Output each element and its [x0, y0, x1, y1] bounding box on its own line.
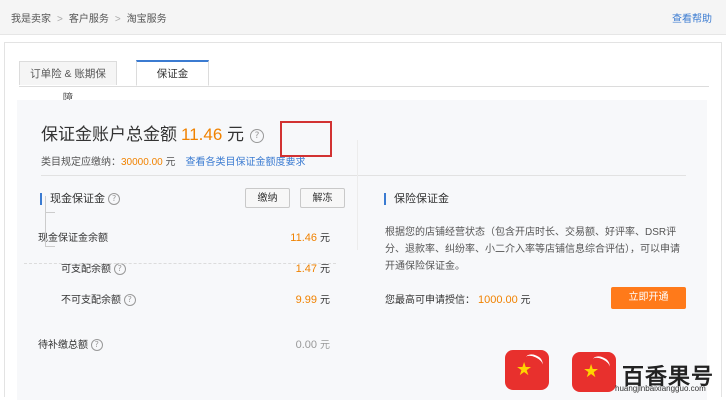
total-amount-line: 保证金账户总金额 11.46 元?: [41, 120, 265, 145]
cash-balance-label: 现金保证金余额: [38, 233, 108, 244]
rule-label: 类目规定应缴纳：: [41, 157, 121, 168]
category-requirement-link[interactable]: 查看各类目保证金额度要求: [186, 157, 306, 168]
total-amount: 11.46: [181, 125, 223, 144]
watermark-logo-icon: ★: [572, 352, 616, 392]
total-unit: 元: [227, 125, 245, 144]
cash-deposit-title: 现金保证金 ?: [40, 193, 121, 206]
category-rule-line: 类目规定应缴纳：30000.00 元查看各类目保证金额度要求: [41, 153, 306, 168]
help-icon[interactable]: ?: [108, 193, 121, 206]
breadcrumb-item-customer-service[interactable]: 客户服务: [69, 14, 109, 25]
divider: [41, 175, 686, 176]
breadcrumb-separator: >: [57, 14, 63, 25]
tree-line: [45, 212, 55, 213]
content-frame: 订单险 & 账期保障 保证金 保证金账户总金额 11.46 元? 类目规定应缴纳：…: [4, 42, 722, 400]
rule-unit: 元: [165, 157, 176, 168]
highlight-box: [280, 121, 332, 157]
tab-order-insurance[interactable]: 订单险 & 账期保障: [19, 61, 117, 104]
help-icon[interactable]: ?: [113, 263, 126, 276]
pending-total-label: 待补缴总额 ?: [38, 336, 103, 352]
breadcrumb: 我是卖家 > 客户服务 > 淘宝服务: [11, 10, 167, 25]
credit-line: 您最高可申请授信： 1000.00 元: [385, 294, 531, 306]
top-bar: 我是卖家 > 客户服务 > 淘宝服务 查看帮助: [0, 0, 726, 35]
help-icon[interactable]: ?: [123, 294, 136, 307]
breadcrumb-item-seller[interactable]: 我是卖家: [11, 14, 51, 25]
unavailable-balance-label: 不可支配余额 ?: [61, 291, 136, 307]
watermark-logo-icon: ★: [505, 350, 549, 390]
pending-total-value: 0.00 元: [295, 339, 330, 351]
tree-line: [45, 196, 46, 247]
rule-amount: 30000.00: [121, 157, 163, 168]
help-icon[interactable]: ?: [250, 128, 265, 143]
unfreeze-button[interactable]: 解冻: [300, 188, 345, 208]
watermark-url: huangjinbaixiangguo.com: [615, 384, 706, 393]
insurance-deposit-title: 保险保证金: [384, 193, 449, 205]
help-icon[interactable]: ?: [90, 339, 103, 352]
cash-balance-value: 11.46 元: [290, 232, 330, 244]
tree-line: [45, 246, 55, 247]
breadcrumb-separator: >: [114, 14, 121, 25]
total-title: 保证金账户总金额: [41, 125, 177, 144]
help-link[interactable]: 查看帮助: [672, 10, 712, 25]
pay-button[interactable]: 缴纳: [245, 188, 290, 208]
open-now-button[interactable]: 立即开通: [611, 287, 686, 309]
insurance-description: 根据您的店铺经营状态（包含开店时长、交易额、好评率、DSR评分、退款率、纠纷率、…: [385, 227, 680, 272]
tab-bar: 订单险 & 账期保障 保证金: [19, 60, 709, 104]
column-divider: [357, 140, 358, 250]
tab-deposit[interactable]: 保证金: [136, 60, 209, 86]
unavailable-balance-value: 9.99 元: [295, 294, 330, 306]
dashed-divider: [24, 263, 336, 264]
breadcrumb-item-taobao-service: 淘宝服务: [126, 14, 167, 25]
